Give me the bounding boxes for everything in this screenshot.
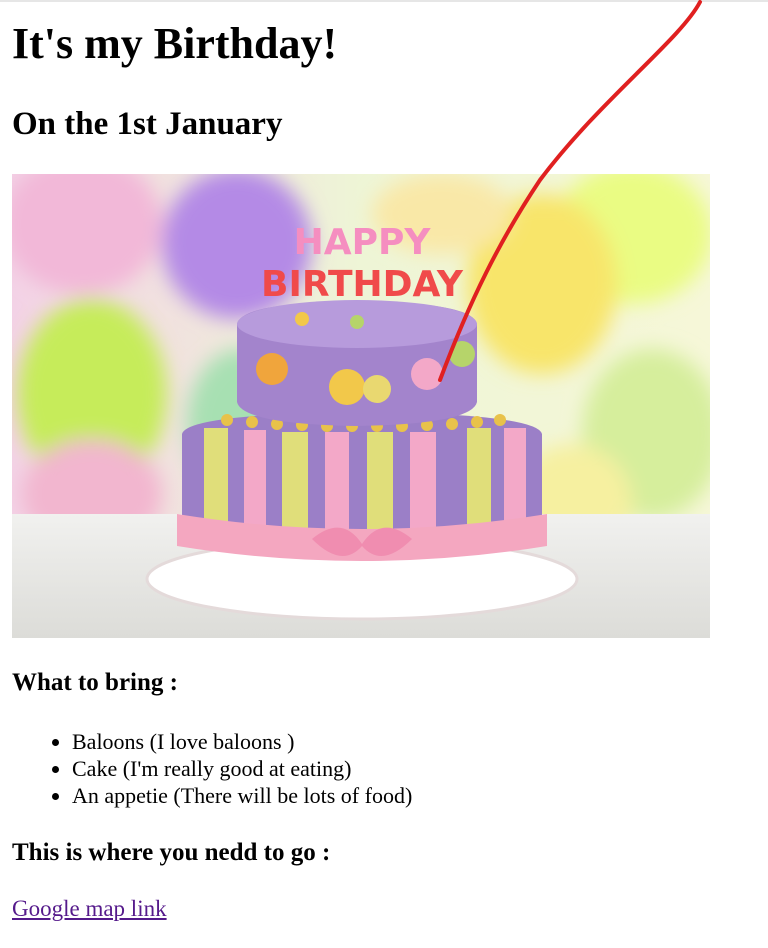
birthday-cake-image: HAPPY BIRTHDAY — [12, 174, 710, 638]
bring-list-item: An appetie (There will be lots of food) — [72, 782, 412, 809]
what-to-bring-heading: What to bring : — [12, 669, 178, 696]
candle-text-happy: HAPPY — [294, 222, 432, 263]
bring-list-item: Cake (I'm really good at eating) — [72, 755, 412, 782]
page-title: It's my Birthday! — [12, 19, 338, 68]
google-map-link[interactable]: Google map link — [12, 895, 167, 923]
page-subtitle: On the 1st January — [12, 106, 283, 142]
browser-top-border — [0, 0, 768, 2]
bring-list: Baloons (I love baloons ) Cake (I'm real… — [12, 728, 412, 809]
where-to-go-heading: This is where you nedd to go : — [12, 839, 331, 866]
bring-list-item: Baloons (I love baloons ) — [72, 728, 412, 755]
candle-text-birthday: BIRTHDAY — [261, 264, 464, 305]
